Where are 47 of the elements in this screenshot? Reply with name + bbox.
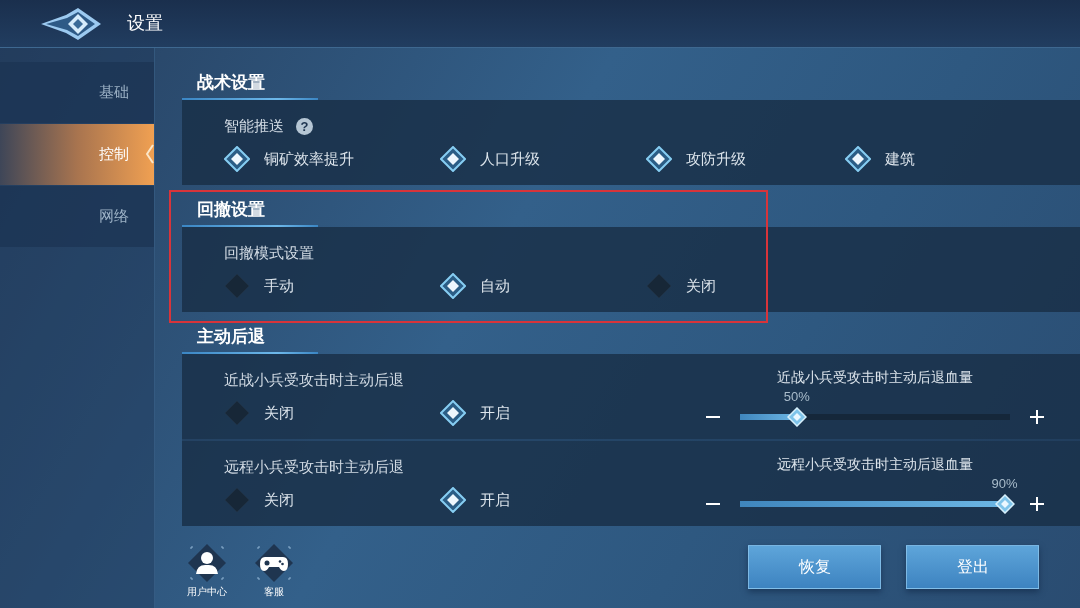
diamond-checkbox[interactable] <box>224 146 250 172</box>
diamond-radio[interactable] <box>224 400 250 426</box>
diamond-radio[interactable] <box>224 487 250 513</box>
setting-label: 回撤模式设置 <box>224 242 314 263</box>
slider-label: 远程小兵受攻击时主动后退血量 <box>776 455 974 474</box>
option-label: 手动 <box>264 275 294 296</box>
option-label: 关闭 <box>264 402 294 423</box>
chevron-left-icon <box>146 144 154 164</box>
section-title: 主动后退 <box>196 326 266 348</box>
diamond-radio[interactable] <box>646 273 672 299</box>
option-label: 关闭 <box>686 275 716 296</box>
slider-thumb[interactable] <box>786 407 807 427</box>
sidebar-tab[interactable]: 基础 <box>0 62 154 123</box>
diamond-checkbox[interactable] <box>845 146 871 172</box>
section-title: 回撤设置 <box>196 199 266 221</box>
option-label: 开启 <box>480 402 510 423</box>
option-label: 人口升级 <box>480 148 540 169</box>
diamond-checkbox[interactable] <box>440 146 466 172</box>
setting-label: 智能推送 <box>224 115 284 136</box>
slider-thumb[interactable] <box>994 494 1015 514</box>
section-title: 战术设置 <box>196 72 266 94</box>
diamond-checkbox[interactable] <box>646 146 672 172</box>
option-label: 建筑 <box>885 148 915 169</box>
sidebar-tab[interactable]: 控制 <box>0 124 154 185</box>
shortcut-button[interactable]: 用户中心 <box>187 542 227 598</box>
gamepad-icon <box>254 542 294 583</box>
plus-icon[interactable] <box>1030 410 1044 424</box>
option-label: 攻防升级 <box>686 148 746 169</box>
slider-label: 近战小兵受攻击时主动后退血量 <box>776 368 974 387</box>
slider-value: 50% <box>783 388 810 406</box>
setting-label: 远程小兵受攻击时主动后退 <box>224 456 404 477</box>
back-arrow-icon[interactable] <box>40 5 102 42</box>
help-icon[interactable]: ? <box>296 117 313 135</box>
option-label: 铜矿效率提升 <box>264 148 354 169</box>
shortcut-button[interactable]: 客服 <box>254 542 294 598</box>
action-button[interactable]: 登出 <box>906 545 1039 589</box>
page-title: 设置 <box>127 12 163 35</box>
plus-icon[interactable] <box>1030 497 1044 511</box>
option-label: 自动 <box>480 275 510 296</box>
person-icon <box>187 542 227 583</box>
setting-label: 近战小兵受攻击时主动后退 <box>224 369 404 390</box>
option-label: 关闭 <box>264 489 294 510</box>
action-button[interactable]: 恢复 <box>748 545 881 589</box>
slider-value: 90% <box>991 475 1018 493</box>
sidebar-tab[interactable]: 网络 <box>0 186 154 247</box>
option-label: 开启 <box>480 489 510 510</box>
diamond-radio[interactable] <box>224 273 250 299</box>
